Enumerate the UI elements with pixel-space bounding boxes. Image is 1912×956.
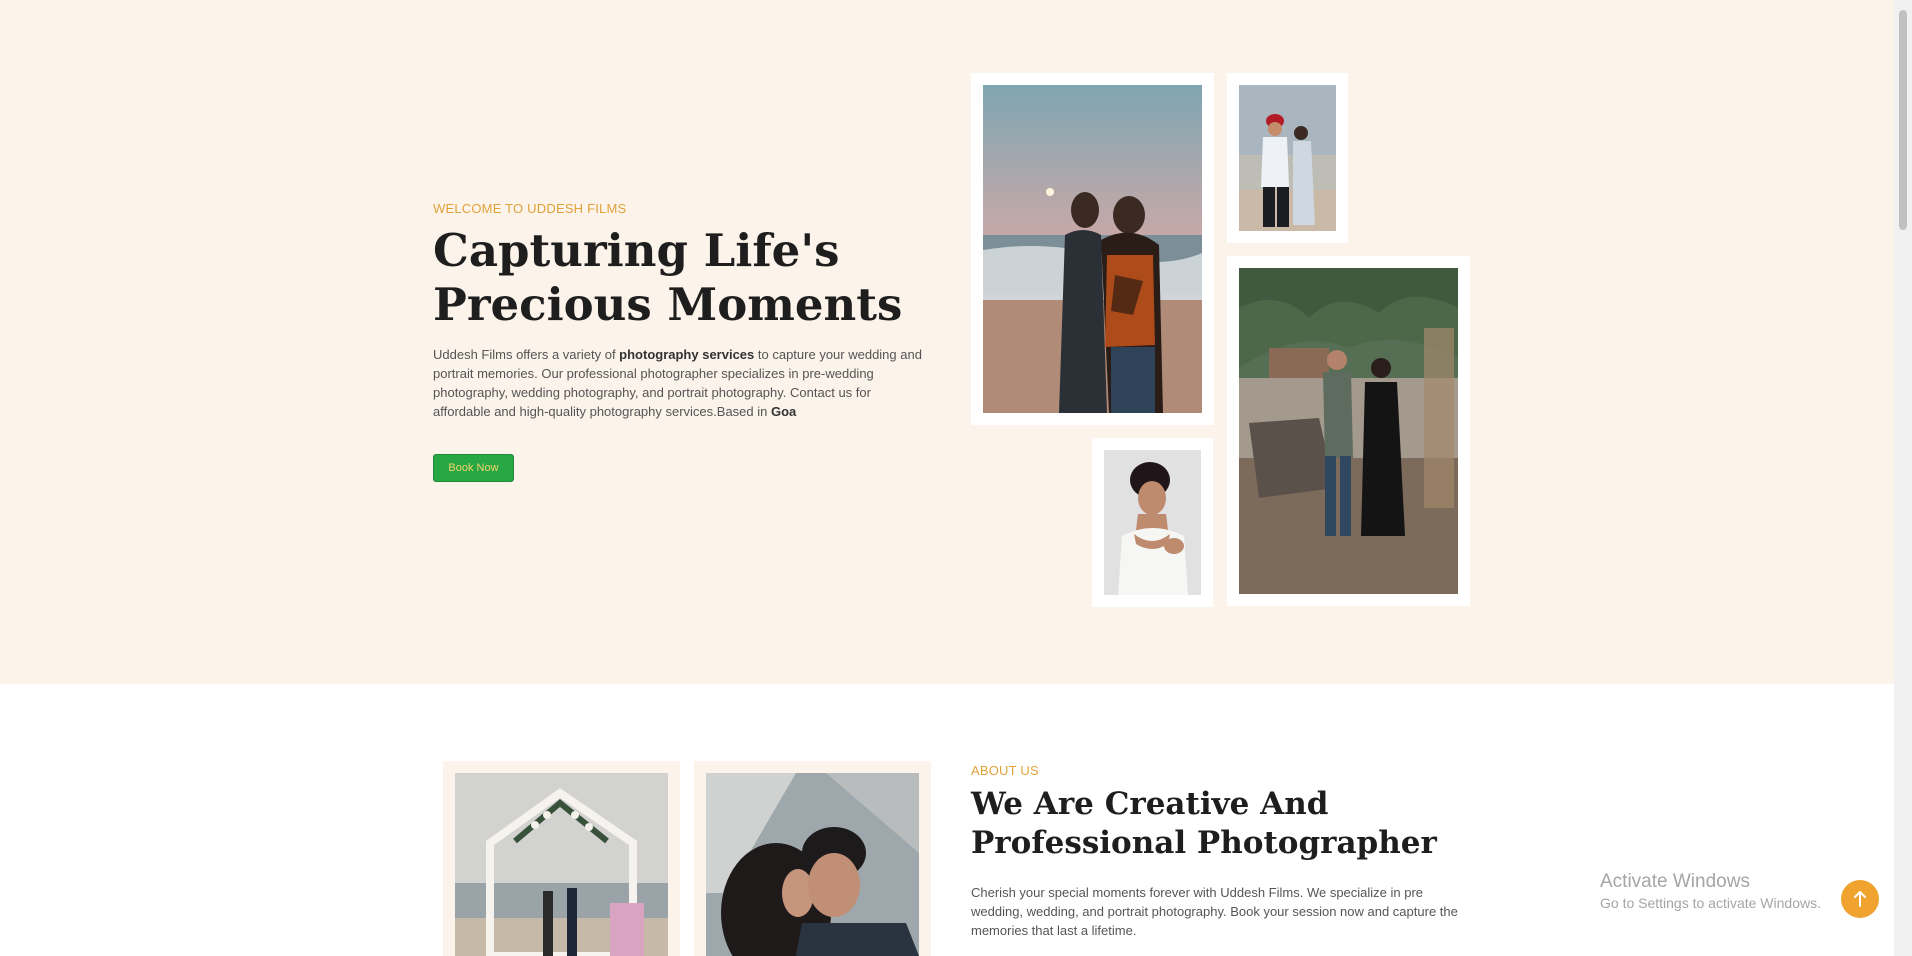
about-title-line-2: Professional Photographer [971, 825, 1437, 861]
photo-couple-closeup [706, 773, 919, 956]
activate-windows-title: Activate Windows [1600, 871, 1750, 892]
gallery-photo-sunset-couple [971, 73, 1214, 425]
gallery-photo-turban-couple [1227, 73, 1348, 243]
photo-sunset-couple [983, 85, 1202, 413]
photo-walking-couple [1239, 268, 1458, 594]
arrow-up-icon [1854, 891, 1866, 907]
hero-title-line-2: Precious Moments [433, 278, 903, 331]
about-photo-couple-closeup [694, 761, 931, 956]
hero-desc-intro: Uddesh Films offers a variety of [433, 347, 620, 362]
about-photo-beach-arch [443, 761, 680, 956]
about-eyebrow: ABOUT US [971, 763, 1039, 778]
photo-turban-couple [1239, 85, 1336, 231]
about-title-line-1: We Are Creative And [971, 786, 1329, 822]
gallery-photo-portrait [1092, 438, 1213, 607]
hero-eyebrow: WELCOME TO UDDESH FILMS [433, 201, 627, 216]
about-description: Cherish your special moments forever wit… [971, 885, 1458, 938]
hero-section: WELCOME TO UDDESH FILMS Capturing Life's… [0, 0, 1894, 684]
hero-title-line-1: Capturing Life's [433, 224, 840, 277]
hero-title: Capturing Life's Precious Moments [433, 224, 902, 332]
hero-desc-bold: photography services [619, 347, 755, 362]
hero-desc-location: Goa [770, 404, 797, 419]
back-to-top-button[interactable] [1841, 880, 1879, 918]
photo-portrait [1104, 450, 1201, 595]
gallery-photo-walking-couple [1227, 256, 1470, 606]
about-section: ABOUT US We Are Creative And Professiona… [0, 684, 1894, 956]
hero-description: Uddesh Films offers a variety of photogr… [433, 345, 925, 421]
page-scrollbar-thumb[interactable] [1899, 10, 1907, 230]
book-now-button[interactable]: Book Now [433, 454, 514, 482]
about-title: We Are Creative And Professional Photogr… [971, 785, 1437, 863]
photo-beach-arch [455, 773, 668, 956]
activate-windows-subtitle: Go to Settings to activate Windows. [1600, 895, 1821, 911]
activate-windows-watermark: Activate Windows Go to Settings to activ… [1600, 871, 1821, 911]
